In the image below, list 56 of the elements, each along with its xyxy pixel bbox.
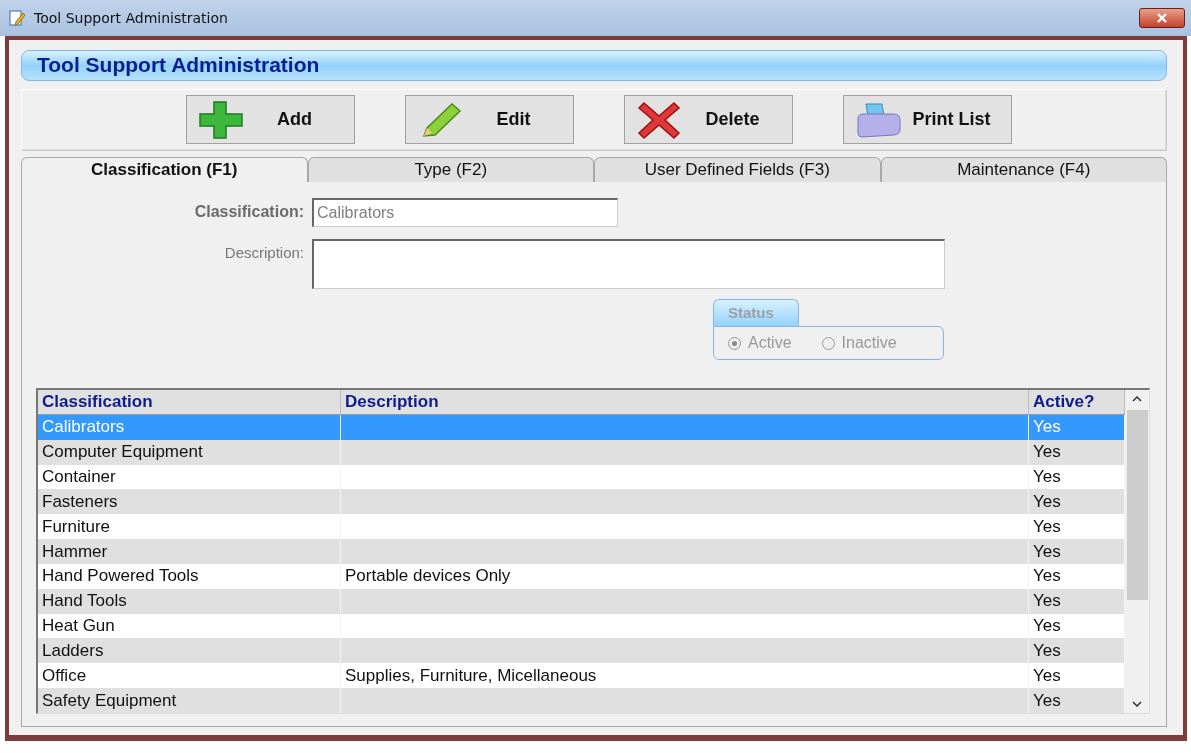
table-row[interactable]: Computer Equipment Yes <box>38 439 1125 465</box>
table-cell: Yes <box>1033 442 1061 463</box>
cross-icon <box>635 99 683 140</box>
table-cell: Office <box>42 665 87 686</box>
column-header[interactable]: Description <box>341 390 1029 414</box>
close-button[interactable] <box>1139 8 1185 28</box>
notepad-pencil-icon <box>8 9 26 27</box>
table-cell: Computer Equipment <box>42 442 203 463</box>
field-label: Description: <box>223 243 304 261</box>
toolbar-button[interactable]: Print List <box>843 95 1012 145</box>
tab[interactable]: Classification (F1) <box>21 156 308 182</box>
table-cell: Yes <box>1033 690 1061 711</box>
table-cell: Ladders <box>42 640 104 661</box>
table-cell: Yes <box>1033 417 1061 438</box>
table-cell: Yes <box>1033 591 1061 612</box>
table-cell: Calibrators <box>42 417 125 438</box>
table-cell: Heat Gun <box>42 616 115 637</box>
table-row[interactable]: Fasteners Yes <box>38 489 1125 515</box>
table-cell: Yes <box>1033 516 1061 537</box>
tab[interactable]: User Defined Fields (F3) <box>594 156 881 182</box>
column-header[interactable]: Classification <box>38 390 341 414</box>
close-icon <box>1156 13 1168 23</box>
table-cell: Hand Powered Tools <box>42 566 199 587</box>
table-cell: Yes <box>1033 616 1061 637</box>
table-cell: Yes <box>1033 665 1061 686</box>
table-row[interactable]: Hammer Yes <box>38 539 1125 564</box>
table-cell: Safety Equipment <box>42 690 177 711</box>
tab[interactable]: Maintenance (F4) <box>880 156 1167 182</box>
toolbar-button[interactable]: Delete <box>624 95 793 145</box>
window-title: Tool Support Administration <box>34 10 229 26</box>
toolbar-button[interactable]: Edit <box>405 95 574 145</box>
table-cell: Container <box>42 466 116 487</box>
chevron-up-icon <box>1132 396 1142 402</box>
table-cell: Yes <box>1033 640 1061 661</box>
description-field[interactable] <box>312 239 945 289</box>
table-row[interactable]: Hand Tools Yes <box>38 588 1125 614</box>
chevron-down-icon <box>1132 701 1142 707</box>
table-cell: Yes <box>1033 466 1061 487</box>
table-cell: Hammer <box>42 541 108 562</box>
scrollbar[interactable] <box>1125 390 1149 713</box>
group-title: Status <box>713 299 799 326</box>
table-cell: Yes <box>1033 566 1061 587</box>
tab[interactable]: Type (F2) <box>307 156 594 182</box>
header-title: Tool Support Administration <box>37 53 320 78</box>
table-cell: Hand Tools <box>42 591 127 612</box>
field-label: Classification: <box>193 202 304 221</box>
table-cell: Yes <box>1033 541 1061 562</box>
table-cell: Fasteners <box>42 491 118 512</box>
table-cell: Yes <box>1033 491 1061 512</box>
table-cell: Portable devices Only <box>345 566 511 587</box>
table-cell: Supplies, Furniture, Micellaneous <box>345 665 597 686</box>
table-row[interactable]: Safety Equipment Yes <box>38 688 1125 713</box>
plus-icon <box>197 99 245 140</box>
table-row[interactable]: Ladders Yes <box>38 638 1125 664</box>
table-cell: Furniture <box>42 516 111 537</box>
toolbar-button[interactable]: Add <box>186 95 355 145</box>
